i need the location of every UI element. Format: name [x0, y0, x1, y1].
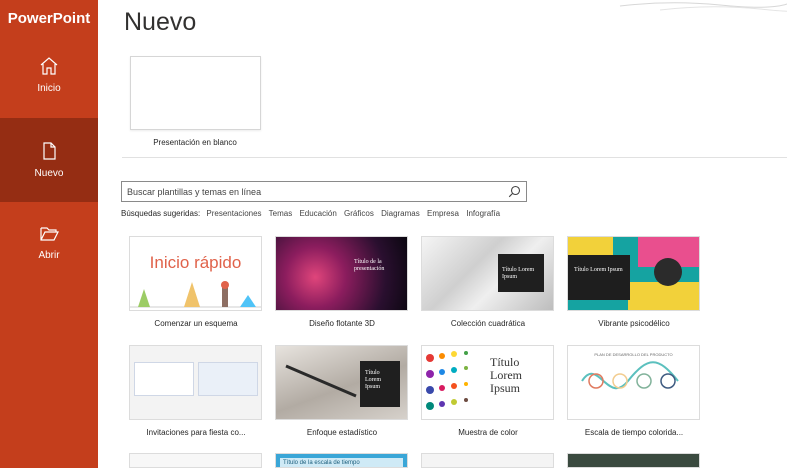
template-thumbnail[interactable]: [129, 453, 262, 468]
home-icon: [40, 57, 58, 75]
app-name: PowerPoint: [7, 10, 91, 27]
divider: [122, 157, 787, 158]
suggestion-link[interactable]: Presentaciones: [206, 209, 261, 218]
header-decoration: [619, 2, 787, 12]
blank-presentation-thumbnail[interactable]: [130, 56, 261, 130]
sidebar-item-label: Abrir: [38, 250, 60, 261]
sidebar-item-label: Inicio: [37, 83, 61, 94]
template-thumbnail[interactable]: Inicio rápido: [129, 236, 262, 311]
template-thumb-text: Título Lorem Ipsum: [490, 355, 522, 395]
color-dots: [426, 351, 468, 410]
template-name: Muestra de color: [458, 428, 518, 437]
template-thumbnail[interactable]: Título de la presentación: [275, 236, 408, 311]
sidebar-item-abrir[interactable]: Abrir: [0, 222, 98, 277]
suggestion-link[interactable]: Infografía: [466, 209, 500, 218]
page-title: Nuevo: [124, 8, 197, 36]
template-name: Escala de tiempo colorida...: [584, 428, 684, 437]
timeline-illustration: [581, 361, 679, 390]
template-thumbnail[interactable]: Título Lorem Ipsum: [421, 345, 554, 420]
new-file-icon: [43, 142, 56, 160]
template-thumbnail[interactable]: [421, 453, 554, 468]
template-illustration: [130, 281, 261, 308]
suggestion-link[interactable]: Educación: [299, 209, 336, 218]
suggestion-link[interactable]: Gráficos: [344, 209, 374, 218]
suggested-searches: Búsquedas sugeridas: Presentaciones Tema…: [121, 209, 505, 218]
template-thumbnail[interactable]: Título Lorem Ipsum: [275, 345, 408, 420]
search-icon[interactable]: [508, 185, 521, 198]
sidebar: PowerPoint Inicio Nuevo Abrir: [0, 0, 98, 468]
search-input[interactable]: [122, 182, 492, 202]
template-thumbnail[interactable]: [129, 345, 262, 420]
suggested-searches-label: Búsquedas sugeridas:: [121, 209, 201, 218]
template-thumbnail[interactable]: Título Lorem Ipsum: [421, 236, 554, 311]
template-name: Enfoque estadístico: [306, 428, 378, 437]
blank-presentation-label: Presentación en blanco: [153, 138, 237, 147]
template-thumb-text: Título de la presentación: [354, 259, 385, 273]
template-name: Colección cuadrática: [450, 319, 526, 328]
template-name: Vibrante psicodélico: [598, 319, 670, 328]
folder-open-icon: [40, 227, 59, 241]
template-thumb-text: Título de la escala de tiempo: [280, 458, 403, 467]
template-search: [121, 181, 527, 202]
template-thumbnail[interactable]: Título Lorem Ipsum: [567, 236, 700, 311]
template-name: Invitaciones para fiesta co...: [146, 428, 246, 437]
suggestion-link[interactable]: Empresa: [427, 209, 459, 218]
sidebar-item-label: Nuevo: [34, 168, 64, 179]
invitation-card: [134, 362, 194, 396]
invitation-card: [198, 362, 258, 396]
template-thumbnail[interactable]: [567, 453, 700, 468]
template-thumb-text: Título Lorem Ipsum: [574, 267, 623, 273]
suggestion-link[interactable]: Diagramas: [381, 209, 420, 218]
template-name: Diseño flotante 3D: [309, 319, 375, 328]
template-title-block: [568, 255, 630, 300]
suggestion-link[interactable]: Temas: [269, 209, 293, 218]
sidebar-item-inicio[interactable]: Inicio: [0, 55, 98, 110]
template-thumbnail[interactable]: PLAN DE DESARROLLO DEL PRODUCTO: [567, 345, 700, 420]
sidebar-item-nuevo[interactable]: Nuevo: [0, 118, 98, 202]
template-thumb-text: Título Lorem Ipsum: [365, 370, 381, 391]
template-thumb-text: Título Lorem Ipsum: [502, 267, 535, 281]
template-thumbnail[interactable]: Título de la escala de tiempo: [275, 453, 408, 468]
template-name: Comenzar un esquema: [154, 319, 238, 328]
